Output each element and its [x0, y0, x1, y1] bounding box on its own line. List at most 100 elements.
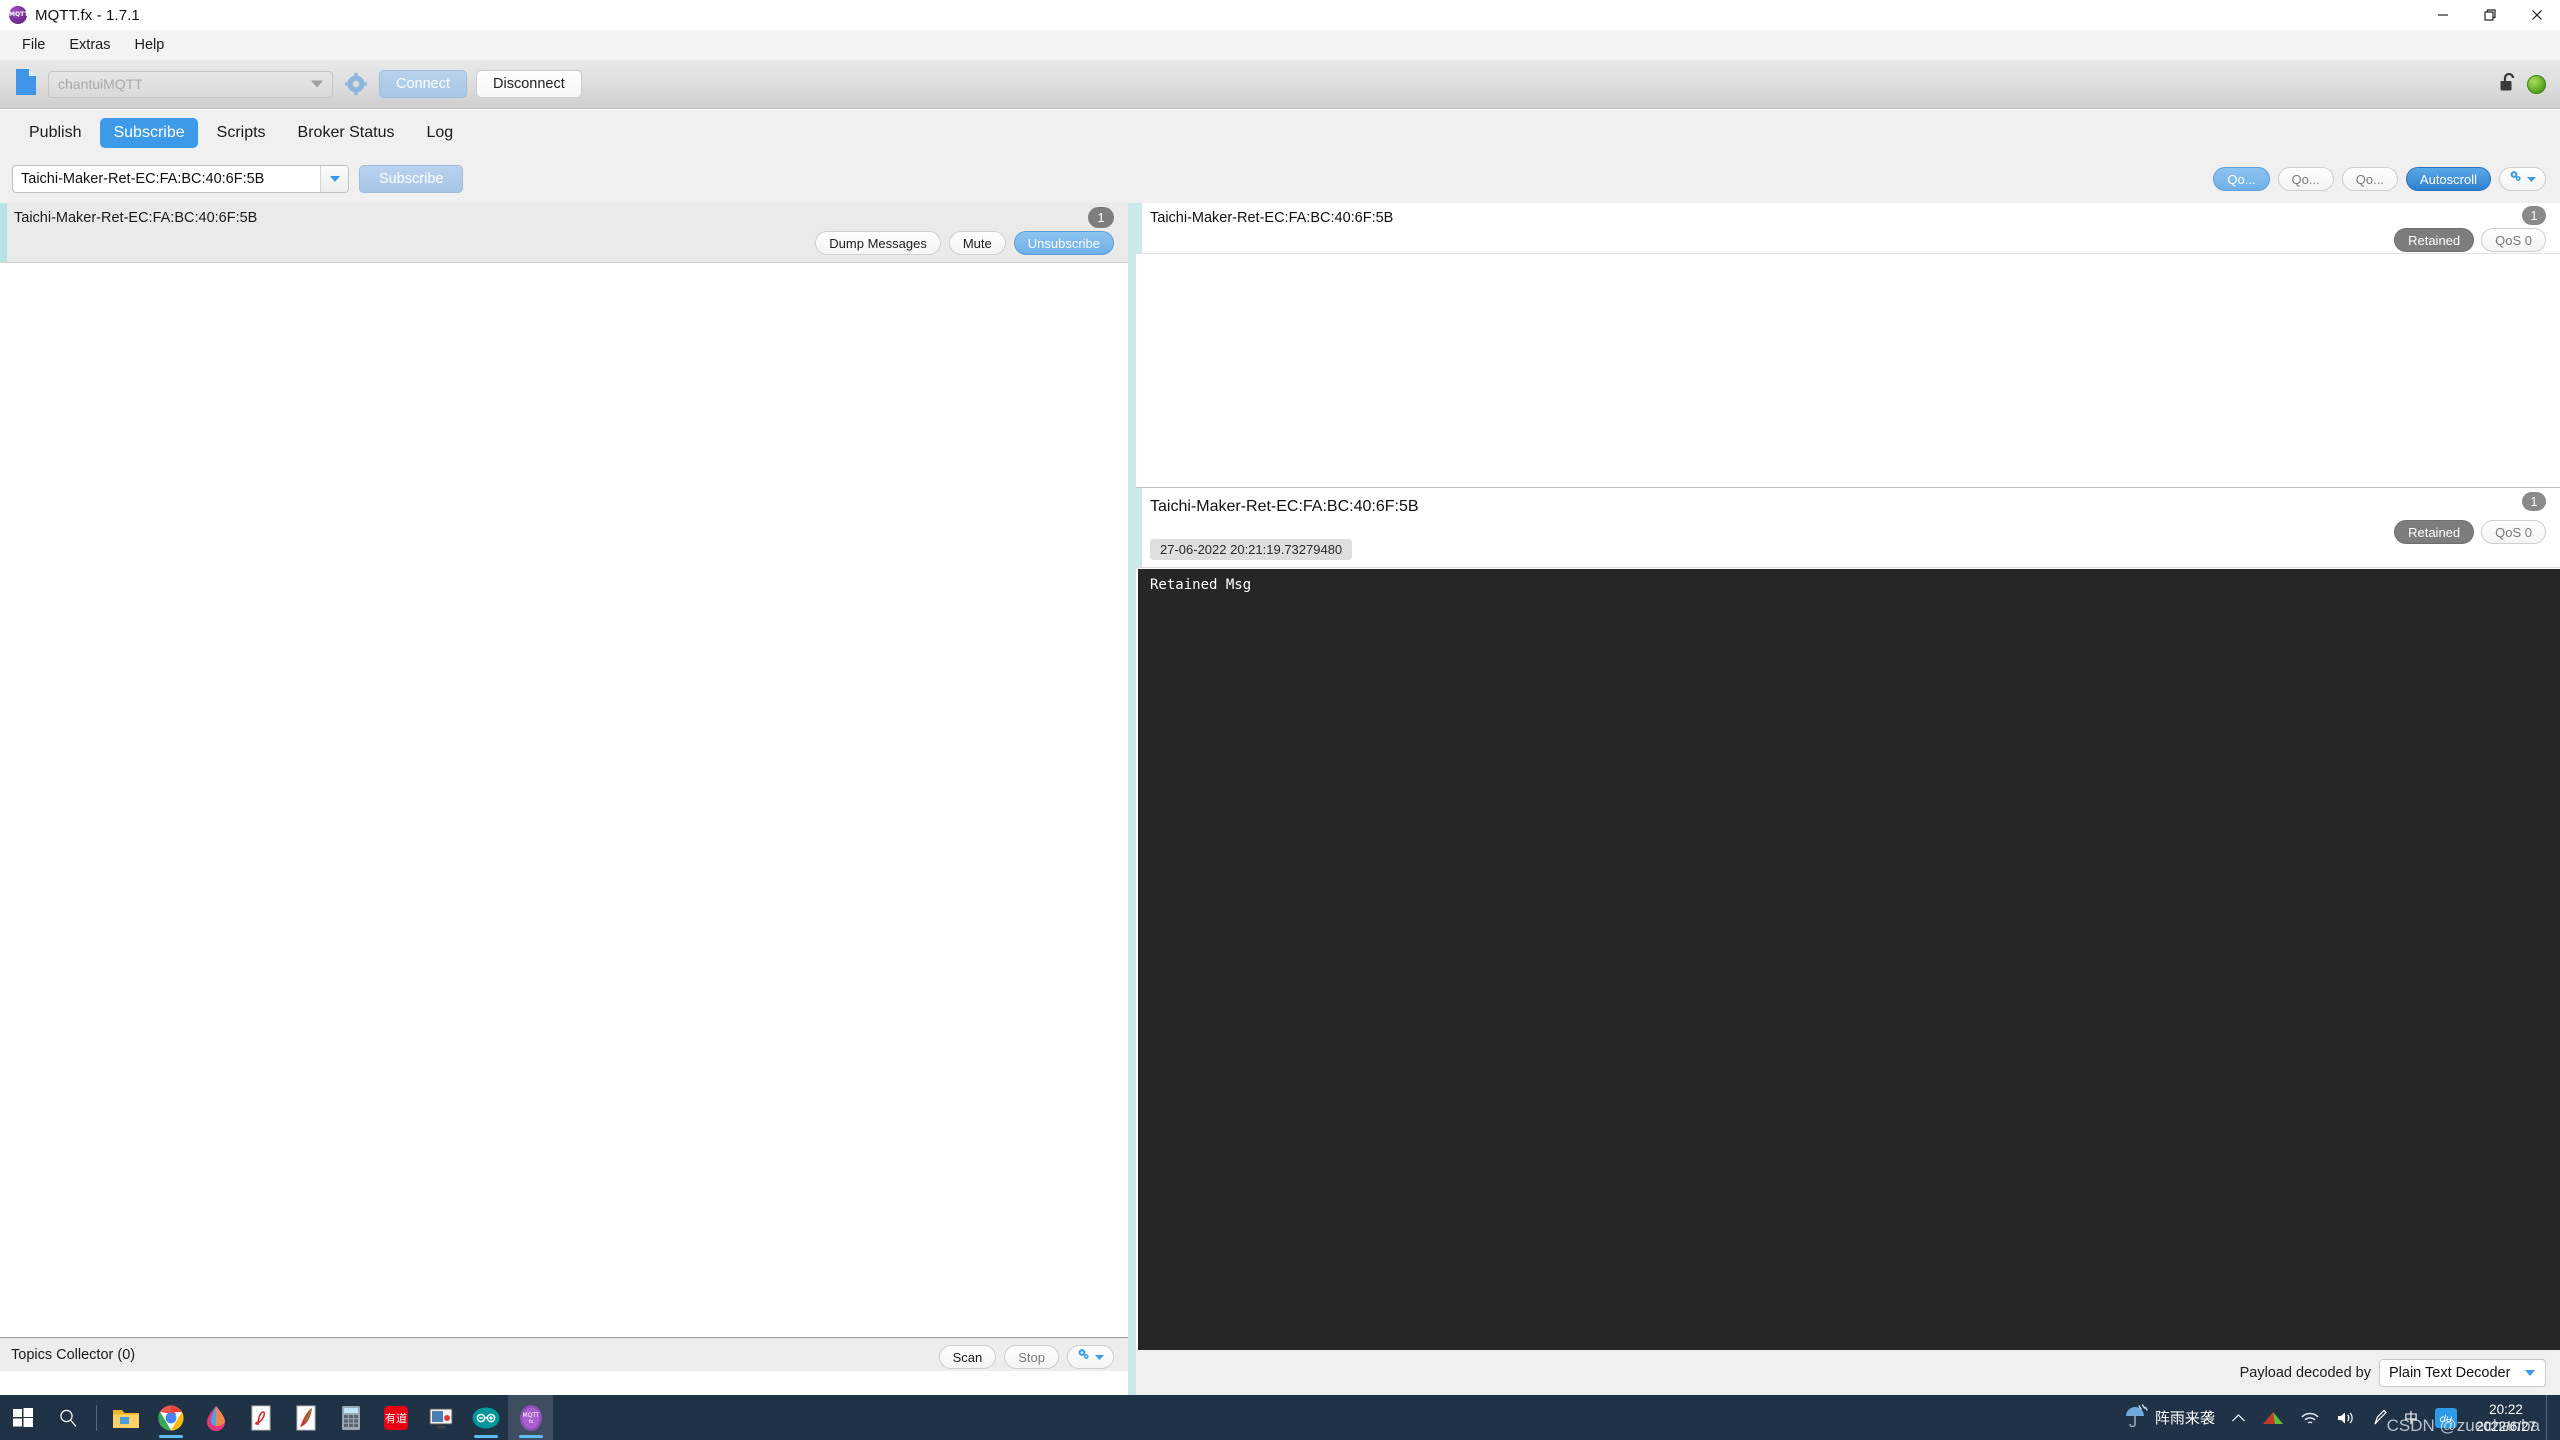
- detail-count-badge: 1: [2522, 492, 2546, 511]
- minimize-button[interactable]: [2419, 0, 2466, 30]
- subscription-list-item[interactable]: Taichi-Maker-Ret-EC:FA:BC:40:6F:5B 1 Dum…: [0, 203, 1128, 263]
- arduino-ide-icon[interactable]: [463, 1395, 508, 1440]
- topics-collector-actions: Scan Stop: [938, 1345, 1114, 1369]
- disconnect-button[interactable]: Disconnect: [476, 70, 582, 98]
- paint-3d-icon[interactable]: [193, 1395, 238, 1440]
- detail-badges: Retained QoS 0: [2394, 520, 2546, 544]
- topic-history-dropdown-button[interactable]: [320, 166, 348, 192]
- connect-button[interactable]: Connect: [379, 70, 468, 98]
- message-badges: Retained QoS 0: [2394, 228, 2546, 252]
- tab-scripts[interactable]: Scripts: [204, 118, 279, 148]
- maximize-button[interactable]: [2466, 0, 2513, 30]
- main-tab-bar: Publish Subscribe Scripts Broker Status …: [0, 110, 2560, 155]
- topics-collector-panel: Topics Collector (0) Scan Stop: [0, 1337, 1128, 1395]
- tab-log[interactable]: Log: [413, 118, 466, 148]
- search-icon[interactable]: [45, 1395, 90, 1440]
- gear-icon[interactable]: [345, 73, 367, 95]
- connection-status-group: [2500, 72, 2546, 97]
- menu-extras[interactable]: Extras: [57, 30, 122, 60]
- payload-viewer[interactable]: Retained Msg: [1138, 569, 2560, 1350]
- qos1-button[interactable]: Qo...: [2277, 167, 2334, 191]
- message-list: Taichi-Maker-Ret-EC:FA:BC:40:6F:5B 1 Ret…: [1136, 203, 2560, 488]
- stop-button[interactable]: Stop: [1004, 1345, 1059, 1369]
- pdf-reader-icon[interactable]: [238, 1395, 283, 1440]
- wifi-icon[interactable]: [2292, 1395, 2328, 1440]
- subscription-message-count: 1: [1088, 207, 1114, 228]
- close-button[interactable]: [2513, 0, 2560, 30]
- ime-language-indicator[interactable]: 中: [2396, 1395, 2426, 1440]
- broker-profile-value: chantuiMQTT: [58, 76, 143, 92]
- detail-retained-badge: Retained: [2394, 520, 2475, 544]
- taskbar-clock[interactable]: 20:22 2022/6/27: [2466, 1395, 2546, 1440]
- pen-icon[interactable]: [2364, 1395, 2396, 1440]
- retained-badge: Retained: [2394, 228, 2475, 252]
- subscribe-button[interactable]: Subscribe: [359, 165, 464, 193]
- subscription-messages-empty-area: [0, 264, 1128, 1337]
- gears-dropdown-icon: [2509, 170, 2524, 188]
- calculator-icon[interactable]: [328, 1395, 373, 1440]
- chrome-icon[interactable]: [148, 1395, 193, 1440]
- tab-broker-status[interactable]: Broker Status: [285, 118, 408, 148]
- taskbar-separator: [96, 1404, 97, 1431]
- menu-file[interactable]: File: [10, 30, 57, 60]
- pane-splitter[interactable]: [1128, 203, 1136, 1395]
- svg-text:有道: 有道: [385, 1411, 407, 1425]
- youdao-dictionary-icon[interactable]: 有道: [373, 1395, 418, 1440]
- svg-text:MQTT: MQTT: [522, 1412, 539, 1419]
- detail-topic-label: Taichi-Maker-Ret-EC:FA:BC:40:6F:5B: [1150, 498, 1419, 515]
- scan-button[interactable]: Scan: [938, 1345, 997, 1369]
- message-detail-header: Taichi-Maker-Ret-EC:FA:BC:40:6F:5B 1 Ret…: [1136, 488, 2560, 568]
- svg-text:du: du: [2440, 1414, 2453, 1425]
- document-icon[interactable]: [14, 68, 38, 101]
- tab-publish[interactable]: Publish: [16, 118, 94, 148]
- autoscroll-button[interactable]: Autoscroll: [2405, 167, 2491, 191]
- broker-profile-select[interactable]: chantuiMQTT: [48, 70, 333, 98]
- snipaste-icon[interactable]: [418, 1395, 463, 1440]
- windows-start-icon[interactable]: [0, 1395, 45, 1440]
- show-desktop-button[interactable]: [2546, 1395, 2556, 1440]
- topics-collector-label: Topics Collector (0): [11, 1347, 136, 1363]
- chevron-down-icon: [2525, 1369, 2535, 1376]
- svg-text:fx: fx: [528, 1419, 533, 1425]
- chevron-up-icon[interactable]: [2223, 1395, 2254, 1440]
- subscription-topic-label: Taichi-Maker-Ret-EC:FA:BC:40:6F:5B: [14, 210, 258, 226]
- message-list-item[interactable]: Taichi-Maker-Ret-EC:FA:BC:40:6F:5B 1 Ret…: [1136, 203, 2560, 254]
- baidu-input-icon[interactable]: du: [2426, 1395, 2466, 1440]
- subscribe-topic-value: Taichi-Maker-Ret-EC:FA:BC:40:6F:5B: [21, 171, 265, 187]
- subscribe-topic-input[interactable]: Taichi-Maker-Ret-EC:FA:BC:40:6F:5B: [12, 165, 349, 193]
- payload-decoder-select[interactable]: Plain Text Decoder: [2379, 1358, 2546, 1387]
- chevron-down-icon: [311, 80, 323, 88]
- mute-button[interactable]: Mute: [948, 231, 1006, 255]
- file-explorer-icon[interactable]: [103, 1395, 148, 1440]
- dump-messages-button[interactable]: Dump Messages: [815, 231, 941, 255]
- topics-collector-options-button[interactable]: [1067, 1345, 1114, 1369]
- chevron-down-icon: [329, 176, 340, 182]
- menu-help[interactable]: Help: [122, 30, 176, 60]
- subscriptions-pane: Taichi-Maker-Ret-EC:FA:BC:40:6F:5B 1 Dum…: [0, 203, 1128, 1395]
- subscribe-content-area: Taichi-Maker-Ret-EC:FA:BC:40:6F:5B 1 Dum…: [0, 203, 2560, 1395]
- window-controls: [2419, 0, 2560, 30]
- foxit-reader-icon[interactable]: [283, 1395, 328, 1440]
- weather-widget[interactable]: 阵雨来袭: [2115, 1403, 2223, 1432]
- topics-collector-list: [0, 1371, 1128, 1395]
- weather-text: 阵雨来袭: [2154, 1410, 2215, 1427]
- payload-decoder-bar: Payload decoded by Plain Text Decoder: [1136, 1350, 2560, 1395]
- nvidia-icon[interactable]: [2254, 1395, 2292, 1440]
- message-detail: Taichi-Maker-Ret-EC:FA:BC:40:6F:5B 1 Ret…: [1136, 488, 2560, 1350]
- subscription-actions: Dump Messages Mute Unsubscribe: [815, 231, 1114, 255]
- tab-subscribe[interactable]: Subscribe: [100, 117, 198, 148]
- qos2-button[interactable]: Qo...: [2341, 167, 2398, 191]
- qos0-button[interactable]: Qo...: [2213, 167, 2270, 191]
- mqttfx-application-window: MQTTfx MQTT.fx - 1.7.1 File Extras: [0, 0, 2560, 1440]
- window-title-bar: MQTTfx MQTT.fx - 1.7.1: [0, 0, 2560, 36]
- subscribe-toolbar-right: Qo... Qo... Qo... Autoscroll: [2213, 167, 2546, 191]
- windows-taskbar: 有道 MQTT fx 阵雨来袭 中 du 20:22 2022/6/27 CSD…: [0, 1395, 2560, 1440]
- connection-status-indicator: [2527, 74, 2546, 94]
- unlocked-padlock-icon: [2500, 72, 2518, 97]
- speaker-icon[interactable]: [2328, 1395, 2364, 1440]
- message-topic-label: Taichi-Maker-Ret-EC:FA:BC:40:6F:5B: [1150, 210, 1394, 226]
- unsubscribe-button[interactable]: Unsubscribe: [1013, 231, 1114, 255]
- subscribe-options-button[interactable]: [2499, 167, 2546, 191]
- mqttfx-icon[interactable]: MQTT fx: [508, 1395, 553, 1440]
- mqttfx-logo-icon: MQTTfx: [9, 6, 28, 36]
